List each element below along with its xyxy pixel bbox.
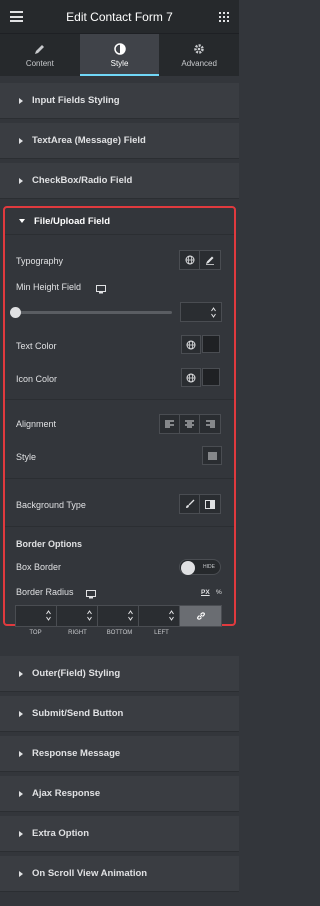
caret-right-icon: [19, 870, 23, 877]
section-label: TextArea (Message) Field: [32, 135, 146, 146]
section-label: Outer(Field) Styling: [32, 668, 121, 679]
style-label: Style: [16, 452, 37, 462]
link-values-icon[interactable]: [180, 606, 221, 626]
box-border-label: Box Border: [16, 562, 62, 572]
min-height-slider-handle[interactable]: [10, 307, 21, 318]
icon-color-globe-icon[interactable]: [181, 368, 201, 387]
section-submit-send-button[interactable]: Submit/Send Button: [0, 696, 239, 732]
caret-right-icon: [19, 750, 23, 757]
section-on-scroll-view-animation[interactable]: On Scroll View Animation: [0, 856, 239, 892]
spinner-arrows-icon[interactable]: [46, 610, 51, 621]
panel-title: Edit Contact Form 7: [66, 10, 173, 24]
spinner-arrows-icon[interactable]: [128, 610, 133, 621]
caret-right-icon: [19, 97, 23, 104]
section-extra-option[interactable]: Extra Option: [0, 816, 239, 852]
border-radius-label: Border Radius: [16, 587, 74, 597]
text-color-swatch[interactable]: [202, 335, 220, 353]
tab-advanced[interactable]: Advanced: [159, 34, 239, 76]
border-radius-right-input[interactable]: [57, 606, 98, 626]
editor-header: Edit Contact Form 7: [0, 0, 239, 34]
caret-right-icon: [19, 177, 23, 184]
caret-right-icon: [19, 790, 23, 797]
panel-tabs: Content Style Advanced: [0, 34, 239, 76]
typography-controls: [179, 250, 221, 270]
section-file-upload-field: File/Upload Field Typography Min Height …: [3, 206, 236, 636]
tab-content[interactable]: Content: [0, 34, 80, 76]
icon-color-swatch[interactable]: [202, 368, 220, 386]
typography-label: Typography: [16, 256, 64, 266]
dim-label-bottom: BOTTOM: [106, 630, 133, 636]
caret-right-icon: [19, 830, 23, 837]
text-color-globe-icon[interactable]: [181, 335, 201, 354]
section-label: CheckBox/Radio Field: [32, 175, 133, 186]
divider: [5, 526, 234, 527]
align-left-icon[interactable]: [160, 415, 180, 433]
section-textarea-field[interactable]: TextArea (Message) Field: [0, 123, 239, 159]
brush-icon[interactable]: [180, 495, 200, 513]
section-outer-field-styling[interactable]: Outer(Field) Styling: [0, 656, 239, 692]
alignment-controls: [159, 414, 221, 434]
section-file-upload-header[interactable]: File/Upload Field: [5, 208, 234, 235]
box-border-toggle[interactable]: HIDE: [179, 559, 221, 575]
edit-pencil-icon[interactable]: [200, 251, 220, 269]
dim-label-left: LEFT: [154, 630, 169, 636]
align-right-icon[interactable]: [200, 415, 220, 433]
divider: [5, 399, 234, 400]
unit-px[interactable]: PX: [201, 589, 210, 596]
section-label: Input Fields Styling: [32, 95, 120, 106]
tab-style-label: Style: [110, 58, 129, 68]
background-type-label: Background Type: [16, 500, 86, 510]
half-circle-icon: [113, 43, 126, 56]
spinner-arrows-icon[interactable]: [169, 610, 174, 621]
desktop-icon[interactable]: [86, 586, 96, 604]
desktop-icon[interactable]: [96, 281, 106, 299]
gradient-icon[interactable]: [200, 495, 220, 513]
min-height-label: Min Height Field: [16, 282, 82, 292]
tab-advanced-label: Advanced: [181, 58, 217, 68]
caret-right-icon: [19, 710, 23, 717]
min-height-slider-track[interactable]: [16, 311, 172, 314]
border-options-heading: Border Options: [16, 539, 83, 549]
gear-icon: [193, 43, 205, 56]
section-label: Response Message: [32, 748, 121, 759]
caret-right-icon: [19, 137, 23, 144]
border-radius-top-input[interactable]: [16, 606, 57, 626]
border-radius-inputs: [15, 605, 222, 627]
apps-grid-icon[interactable]: [219, 12, 229, 22]
background-type-controls: [179, 494, 221, 514]
section-label: Extra Option: [32, 828, 90, 839]
pencil-icon: [34, 43, 45, 56]
tab-content-label: Content: [25, 58, 54, 68]
caret-right-icon: [19, 670, 23, 677]
section-label: Submit/Send Button: [32, 708, 124, 719]
unit-percent[interactable]: %: [216, 589, 222, 596]
text-color-label: Text Color: [16, 341, 57, 351]
spinner-arrows-icon[interactable]: [87, 610, 92, 621]
toggle-state-label: HIDE: [203, 564, 215, 570]
section-label: File/Upload Field: [34, 215, 111, 227]
section-input-fields-styling[interactable]: Input Fields Styling: [0, 83, 239, 119]
alignment-label: Alignment: [16, 419, 57, 429]
spinner-arrows-icon[interactable]: [211, 307, 216, 318]
border-radius-bottom-input[interactable]: [98, 606, 139, 626]
min-height-input[interactable]: [180, 302, 222, 322]
section-checkbox-radio-field[interactable]: CheckBox/Radio Field: [0, 163, 239, 199]
globe-icon[interactable]: [180, 251, 200, 269]
style-list-icon[interactable]: [202, 446, 222, 465]
align-center-icon[interactable]: [180, 415, 200, 433]
section-label: On Scroll View Animation: [32, 868, 148, 879]
dim-label-right: RIGHT: [68, 630, 87, 636]
section-response-message[interactable]: Response Message: [0, 736, 239, 772]
divider: [5, 478, 234, 479]
dim-label-top: TOP: [29, 630, 42, 636]
icon-color-label: Icon Color: [16, 374, 58, 384]
toggle-knob: [181, 561, 195, 575]
tab-style[interactable]: Style: [79, 34, 160, 76]
caret-down-icon: [19, 219, 25, 223]
border-radius-left-input[interactable]: [139, 606, 180, 626]
section-ajax-response[interactable]: Ajax Response: [0, 776, 239, 812]
section-label: Ajax Response: [32, 788, 101, 799]
